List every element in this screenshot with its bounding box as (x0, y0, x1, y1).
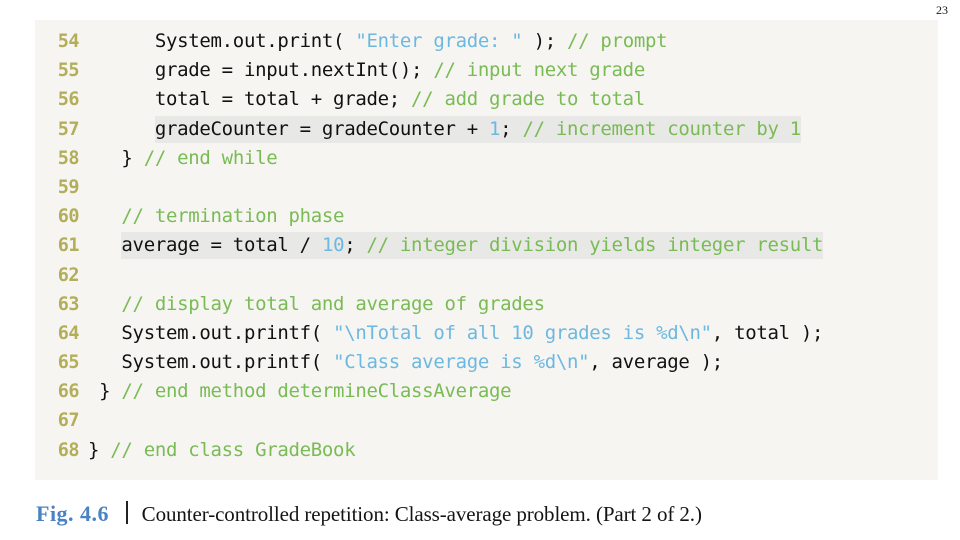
code-line-number: 57 (57, 118, 80, 140)
code-token-comment: // integer division yields integer resul… (366, 232, 824, 260)
code-line-number: 63 (57, 293, 80, 315)
code-line-number: 54 (57, 31, 80, 52)
code-line-content: } // end method determineClassAverage (88, 377, 938, 406)
code-token-comment: // prompt (567, 30, 668, 52)
code-token-plain: } (88, 380, 122, 403)
page-number: 23 (936, 3, 948, 17)
code-token-plain: ; (500, 115, 523, 143)
code-line-number: 65 (57, 352, 80, 374)
code-token-plain: , average ); (589, 351, 723, 374)
code-line-number: 59 (57, 176, 80, 198)
code-line: 64 System.out.printf( "\nTotal of all 10… (35, 319, 938, 348)
code-token-comment: // increment counter by 1 (522, 115, 801, 143)
code-token-plain: ; (344, 232, 367, 260)
code-line-content: total = total + grade; // add grade to t… (88, 85, 938, 114)
code-token-string: "\nTotal of all 10 grades is %d\n" (333, 321, 712, 344)
caption-separator-rule (126, 501, 128, 524)
code-line-number: 61 (57, 235, 80, 257)
code-token-plain: ); (522, 30, 567, 52)
figure-caption-text: Counter-controlled repetition: Class-ave… (141, 502, 702, 526)
code-line-content: } // end while (88, 144, 938, 173)
code-line-content: average = total / 10; // integer divisio… (88, 231, 938, 260)
code-line-number: 56 (57, 89, 80, 111)
code-line-content: // termination phase (88, 202, 938, 231)
code-line-number: 66 (57, 381, 80, 403)
code-line-content: grade = input.nextInt(); // input next g… (88, 56, 938, 85)
code-line-content: } // end class GradeBook (88, 436, 938, 465)
code-line: 61 average = total / 10; // integer divi… (35, 231, 938, 260)
code-token-plain: System.out.printf( (88, 351, 334, 374)
code-line: 57 gradeCounter = gradeCounter + 1; // i… (35, 115, 938, 144)
code-token-plain: System.out.printf( (88, 321, 334, 344)
code-token-number: 10 (321, 232, 345, 260)
code-line: 60 // termination phase (35, 202, 938, 231)
figure-label: Fig. 4.6 (36, 501, 110, 526)
code-line-content: // display total and average of grades (88, 290, 938, 319)
code-line-number: 64 (57, 322, 80, 344)
code-line-number: 55 (57, 60, 80, 82)
code-token-number: 1 (489, 115, 500, 143)
code-token-plain: System.out.print( (88, 30, 356, 52)
code-line: 59 (35, 173, 938, 202)
code-line-number: 62 (57, 264, 80, 286)
code-token-comment: // display total and average of grades (121, 292, 545, 315)
code-line-number: 67 (57, 410, 80, 432)
code-token-plain: total = total + grade; (88, 88, 412, 111)
code-line: 66 } // end method determineClassAverage (35, 377, 938, 406)
code-token-string: "Class average is %d\n" (333, 351, 590, 374)
code-token-plain: grade = input.nextInt(); (88, 59, 434, 82)
code-token-string: "Enter grade: " (355, 30, 523, 52)
code-line-content: System.out.printf( "\nTotal of all 10 gr… (88, 319, 938, 348)
code-token-comment: // end while (143, 146, 278, 169)
code-token-plain: } (88, 438, 111, 461)
code-token-plain: average = total / (121, 232, 322, 260)
code-line: 54 System.out.print( "Enter grade: " ); … (35, 27, 938, 56)
code-line-content: gradeCounter = gradeCounter + 1; // incr… (88, 115, 938, 144)
code-line-number: 58 (57, 147, 80, 169)
code-listing-panel: 54 System.out.print( "Enter grade: " ); … (35, 20, 938, 480)
code-token-plain: } (88, 146, 144, 169)
figure-caption: Fig. 4.6 Counter-controlled repetition: … (36, 498, 702, 527)
code-token-plain: gradeCounter = gradeCounter + (154, 115, 490, 143)
code-line: 62 (35, 261, 938, 290)
code-line: 56 total = total + grade; // add grade t… (35, 85, 938, 114)
code-line: 67 (35, 406, 938, 435)
code-token-comment: // input next grade (433, 59, 645, 82)
code-line-content: System.out.print( "Enter grade: " ); // … (88, 27, 938, 56)
code-token-comment: // termination phase (121, 205, 345, 228)
code-line: 63 // display total and average of grade… (35, 290, 938, 319)
code-token-comment: // end class GradeBook (110, 438, 356, 461)
code-token-comment: // add grade to total (411, 88, 645, 111)
code-line-content: System.out.printf( "Class average is %d\… (88, 348, 938, 377)
code-line: 68} // end class GradeBook (35, 436, 938, 465)
code-line: 58 } // end while (35, 144, 938, 173)
code-token-comment: // end method determineClassAverage (121, 380, 512, 403)
code-line-number: 68 (57, 439, 80, 461)
code-line: 55 grade = input.nextInt(); // input nex… (35, 56, 938, 85)
code-line: 65 System.out.printf( "Class average is … (35, 348, 938, 377)
code-token-plain: , total ); (711, 321, 824, 344)
code-line-number: 60 (57, 206, 80, 228)
